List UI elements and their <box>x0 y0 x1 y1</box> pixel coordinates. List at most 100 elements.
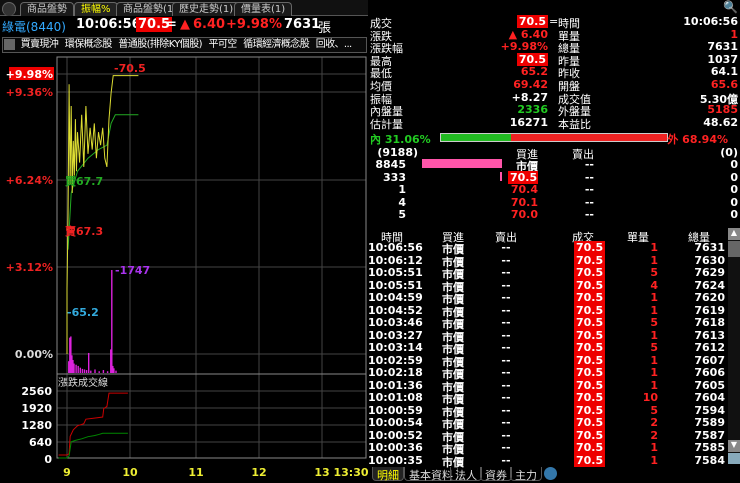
sub-tick-label: 0 <box>44 453 52 466</box>
volume-bar <box>94 369 96 373</box>
tab-market[interactable]: 商品盤勢 <box>20 2 74 16</box>
tick-cell: 1 <box>650 453 658 467</box>
scrollbar[interactable]: ▲ ▼ <box>728 228 740 464</box>
tick-cell: -- <box>501 416 511 429</box>
checkbox[interactable] <box>4 39 15 50</box>
tab-amplitude[interactable]: 振幅% <box>74 2 118 16</box>
tick-cell: 7607 <box>694 353 725 367</box>
tick-cell: 1 <box>650 353 658 367</box>
tick-cell: 70.5 <box>574 366 606 379</box>
tick-row[interactable]: 10:00:54 市價 -- 70.5 2 7589 <box>368 416 728 431</box>
concept-tag[interactable]: 買賣現沖 <box>21 39 59 50</box>
concept-tag[interactable]: 循環經濟概念股 <box>243 39 309 50</box>
volume-bar <box>81 368 84 373</box>
bid-qty: 1 <box>398 183 406 197</box>
tick-cell: 5 <box>650 266 658 279</box>
quote-value: 2336 <box>517 103 548 117</box>
tick-row[interactable]: 10:00:59 市價 -- 70.5 5 7594 <box>368 403 728 419</box>
tick-cell: 7630 <box>694 253 725 267</box>
bid-qty: 4 <box>398 195 406 209</box>
tick-cell: 10:06:56 <box>368 241 423 254</box>
refresh-icon[interactable] <box>544 467 557 480</box>
stock-name[interactable]: 綠電(8440) <box>2 18 66 35</box>
quote-header: 綠電(8440) 10:06:56 70.5 = ▲ 6.40 +9.98% 7… <box>0 16 368 36</box>
order-book-row[interactable]: 4 70.1 -- 0 <box>368 195 738 209</box>
tab-price-volume[interactable]: 價量表(1) <box>234 2 293 16</box>
header-change: 6.40 <box>193 17 226 32</box>
quote-value: 48.62 <box>703 115 738 129</box>
low-label: -65.2 <box>67 306 99 319</box>
x-tick-label: 12 <box>251 466 266 479</box>
tick-cell: -- <box>501 303 511 317</box>
volume-bar <box>115 370 117 373</box>
tab-detail[interactable]: 明細 <box>372 467 404 482</box>
ask-price: -- <box>584 158 594 171</box>
tab-margin[interactable]: 資券 <box>480 467 512 482</box>
ask-qty: 0 <box>730 208 738 222</box>
tab-institutional[interactable]: 法人 <box>450 467 482 482</box>
tick-cell: 10:02:59 <box>368 353 423 367</box>
search-icon[interactable]: 🔍 <box>723 0 738 14</box>
tick-row[interactable]: 10:06:56 市價 -- 70.5 1 7631 <box>368 241 728 256</box>
tick-cell: 70.5 <box>574 378 606 392</box>
quote-value: 16271 <box>509 115 548 129</box>
tick-cell: 7594 <box>694 403 725 417</box>
tab-major-players[interactable]: 主力 <box>510 467 542 482</box>
concept-tag[interactable]: 回收、... <box>316 39 353 50</box>
quote-value: ▲ 6.40 <box>508 27 548 41</box>
tick-cell: 5 <box>650 316 658 329</box>
concept-tag[interactable]: 環保概念股 <box>65 39 113 50</box>
tick-row[interactable]: 10:00:35 市價 -- 70.5 1 7584 <box>368 453 728 469</box>
volume-bar <box>106 371 109 373</box>
tick-row[interactable]: 10:03:27 市價 -- 70.5 1 7613 <box>368 328 728 344</box>
scroll-down-icon[interactable]: ▼ <box>728 440 740 452</box>
tick-cell: 7585 <box>694 441 725 454</box>
tick-cell: 10:03:27 <box>368 328 423 342</box>
tick-row[interactable]: 10:03:46 市價 -- 70.5 5 7618 <box>368 316 728 331</box>
tick-row[interactable]: 10:05:51 市價 -- 70.5 5 7629 <box>368 266 728 281</box>
tick-cell: 10:06:12 <box>368 253 423 267</box>
tick-row[interactable]: 10:00:52 市價 -- 70.5 2 7587 <box>368 428 728 444</box>
tick-cell: 7620 <box>694 291 725 304</box>
tick-row[interactable]: 10:02:59 市價 -- 70.5 1 7607 <box>368 353 728 369</box>
ask-price: -- <box>584 170 594 184</box>
tick-cell: -- <box>501 291 511 304</box>
tick-row[interactable]: 10:01:08 市價 -- 70.5 10 7604 <box>368 391 728 406</box>
tick-cell: 10 <box>642 391 658 404</box>
concept-tag[interactable]: 平可空 <box>209 39 238 50</box>
sub-tick-label: 1280 <box>21 419 52 432</box>
tick-row[interactable]: 10:05:51 市價 -- 70.5 4 7624 <box>368 278 728 294</box>
order-book-row[interactable]: 5 70.0 -- 0 <box>368 208 738 221</box>
tick-cell: 7613 <box>694 328 725 342</box>
tick-row[interactable]: 10:01:36 市價 -- 70.5 1 7605 <box>368 378 728 394</box>
tick-row[interactable]: 10:06:12 市價 -- 70.5 1 7630 <box>368 253 728 269</box>
chart-toggle-icon[interactable] <box>728 453 740 464</box>
tick-cell: 70.5 <box>574 316 606 329</box>
tick-row[interactable]: 10:02:18 市價 -- 70.5 1 7606 <box>368 366 728 381</box>
intraday-chart[interactable]: +9.98% +9.36% +6.24% +3.12% 0.00% -70.5 … <box>0 55 368 482</box>
tick-cell: 70.5 <box>574 341 606 354</box>
tick-cell: 70.5 <box>574 403 606 417</box>
tick-row[interactable]: 10:04:52 市價 -- 70.5 1 7619 <box>368 303 728 319</box>
down-volume-line <box>58 432 128 459</box>
tick-cell: 7624 <box>694 278 725 292</box>
tick-cell: 70.5 <box>574 253 606 267</box>
order-book-row[interactable]: 1 70.4 -- 0 <box>368 183 738 197</box>
header-pct: +9.98% <box>226 17 282 32</box>
scroll-up-icon[interactable]: ▲ <box>728 228 740 240</box>
volume-max-label: -1747 <box>115 264 150 277</box>
order-book-row[interactable]: 333 70.5 -- 0 <box>368 170 738 184</box>
x-tick-label: 13:30 <box>333 466 368 479</box>
tick-cell: 10:00:36 <box>368 441 423 454</box>
order-book-row[interactable]: 8845 市價 -- 0 <box>368 158 738 173</box>
tick-cell: 1 <box>650 253 658 267</box>
tab-history[interactable]: 歷史走勢(1) <box>172 2 241 16</box>
tick-cell: -- <box>501 328 511 342</box>
volume-bar <box>111 270 113 373</box>
tick-row[interactable]: 10:00:36 市價 -- 70.5 1 7585 <box>368 441 728 456</box>
tick-row[interactable]: 10:03:14 市價 -- 70.5 5 7612 <box>368 341 728 356</box>
menu-dropdown-icon[interactable] <box>2 2 16 16</box>
tick-row[interactable]: 10:04:59 市價 -- 70.5 1 7620 <box>368 291 728 306</box>
scroll-thumb[interactable] <box>728 241 740 257</box>
concept-tag[interactable]: 普通股(排除KY個股) <box>118 39 202 50</box>
